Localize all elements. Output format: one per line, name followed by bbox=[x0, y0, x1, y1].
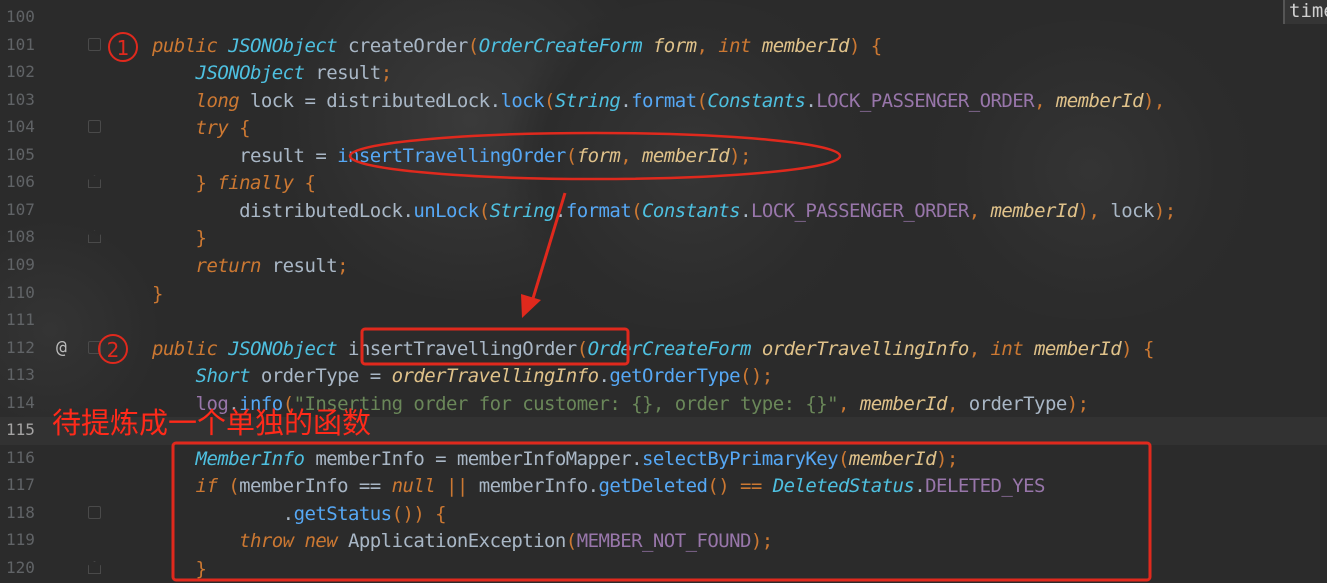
inlay-hint-overflow: time bbox=[1283, 0, 1327, 24]
code-line[interactable]: 101 public JSONObject createOrder(OrderCr… bbox=[0, 32, 1327, 60]
line-number[interactable]: 103 bbox=[6, 90, 35, 109]
code-text[interactable]: if (memberInfo == null || memberInfo.get… bbox=[152, 474, 1046, 498]
code-line[interactable]: 120 } bbox=[0, 555, 1327, 583]
code-text[interactable]: .getStatus()) { bbox=[152, 502, 447, 526]
code-text[interactable]: throw new ApplicationException(MEMBER_NO… bbox=[152, 529, 773, 553]
line-number[interactable]: 106 bbox=[6, 172, 35, 191]
line-number[interactable]: 101 bbox=[6, 35, 35, 54]
fold-toggle-icon[interactable] bbox=[88, 37, 101, 51]
code-line[interactable]: 118 .getStatus()) { bbox=[0, 500, 1327, 528]
fold-toggle-icon[interactable] bbox=[88, 120, 101, 134]
line-number[interactable]: 119 bbox=[6, 530, 35, 549]
line-number[interactable]: 100 bbox=[6, 7, 35, 26]
code-line[interactable]: 100 bbox=[0, 4, 1327, 32]
code-text[interactable]: Short orderType = orderTravellingInfo.ge… bbox=[152, 364, 774, 388]
line-number[interactable]: 113 bbox=[6, 365, 35, 384]
code-line[interactable]: 117 if (memberInfo == null || memberInfo… bbox=[0, 472, 1327, 500]
code-text[interactable]: distributedLock.unLock(String.format(Con… bbox=[152, 199, 1176, 223]
code-line[interactable]: 116 MemberInfo memberInfo = memberInfoMa… bbox=[0, 445, 1327, 473]
code-line[interactable]: 105 result = insertTravellingOrder(form,… bbox=[0, 142, 1327, 170]
code-text[interactable]: } finally { bbox=[152, 171, 316, 195]
fold-toggle-icon[interactable] bbox=[88, 505, 101, 519]
code-text[interactable]: public JSONObject createOrder(OrderCreat… bbox=[152, 34, 882, 58]
annotation-note: 待提炼成一个单独的函数 bbox=[52, 406, 372, 440]
code-text[interactable]: } bbox=[152, 557, 207, 581]
line-number[interactable]: 116 bbox=[6, 448, 35, 467]
code-text[interactable]: JSONObject result; bbox=[152, 61, 393, 85]
line-number[interactable]: 105 bbox=[6, 145, 35, 164]
code-text[interactable]: public JSONObject insertTravellingOrder(… bbox=[152, 337, 1154, 361]
code-text[interactable]: long lock = distributedLock.lock(String.… bbox=[152, 89, 1176, 113]
fold-toggle-icon[interactable] bbox=[88, 230, 101, 244]
code-editor[interactable]: 100 101 public JSONObject createOrder(Orde… bbox=[0, 0, 1327, 583]
line-number[interactable]: 102 bbox=[6, 62, 35, 81]
code-text[interactable]: return result; bbox=[152, 254, 349, 278]
fold-toggle-icon[interactable] bbox=[88, 175, 101, 189]
code-text[interactable]: MemberInfo memberInfo = memberInfoMapper… bbox=[152, 447, 959, 471]
code-text[interactable]: } bbox=[152, 226, 207, 250]
line-number[interactable]: 107 bbox=[6, 200, 35, 219]
line-number[interactable]: 104 bbox=[6, 117, 35, 136]
line-number[interactable]: 108 bbox=[6, 227, 35, 246]
line-number[interactable]: 118 bbox=[6, 503, 35, 522]
line-number[interactable]: 112 bbox=[6, 338, 35, 357]
code-line[interactable]: 109 return result; bbox=[0, 252, 1327, 280]
line-number[interactable]: 117 bbox=[6, 475, 35, 494]
code-text[interactable]: result = insertTravellingOrder(form, mem… bbox=[152, 144, 751, 168]
code-line[interactable]: 113 Short orderType = orderTravellingInf… bbox=[0, 362, 1327, 390]
code-line[interactable]: 106 } finally { bbox=[0, 169, 1327, 197]
annotation-marker-2: 2 bbox=[98, 334, 128, 364]
line-number[interactable]: 111 bbox=[6, 310, 35, 329]
line-number[interactable]: 120 bbox=[6, 558, 35, 577]
line-number[interactable]: 109 bbox=[6, 255, 35, 274]
line-number[interactable]: 114 bbox=[6, 393, 35, 412]
code-line[interactable]: 110} bbox=[0, 280, 1327, 308]
code-line[interactable]: 102 JSONObject result; bbox=[0, 59, 1327, 87]
code-line[interactable]: 104 try { bbox=[0, 114, 1327, 142]
code-text[interactable]: try { bbox=[152, 116, 251, 140]
implementation-gutter-icon[interactable]: @ bbox=[56, 337, 67, 358]
code-line[interactable]: 103 long lock = distributedLock.lock(Str… bbox=[0, 87, 1327, 115]
fold-toggle-icon[interactable] bbox=[88, 561, 101, 574]
code-line[interactable]: 112 @ public JSONObject insertTravellingOr… bbox=[0, 335, 1327, 363]
code-line[interactable]: 107 distributedLock.unLock(String.format… bbox=[0, 197, 1327, 225]
line-number[interactable]: 110 bbox=[6, 283, 35, 302]
code-line[interactable]: 108 } bbox=[0, 224, 1327, 252]
code-line[interactable]: 119 throw new ApplicationException(MEMBE… bbox=[0, 527, 1327, 555]
code-line[interactable]: 111 bbox=[0, 307, 1327, 335]
annotation-marker-1: 1 bbox=[108, 32, 138, 62]
code-text[interactable]: } bbox=[152, 282, 163, 306]
line-number[interactable]: 115 bbox=[6, 420, 35, 439]
